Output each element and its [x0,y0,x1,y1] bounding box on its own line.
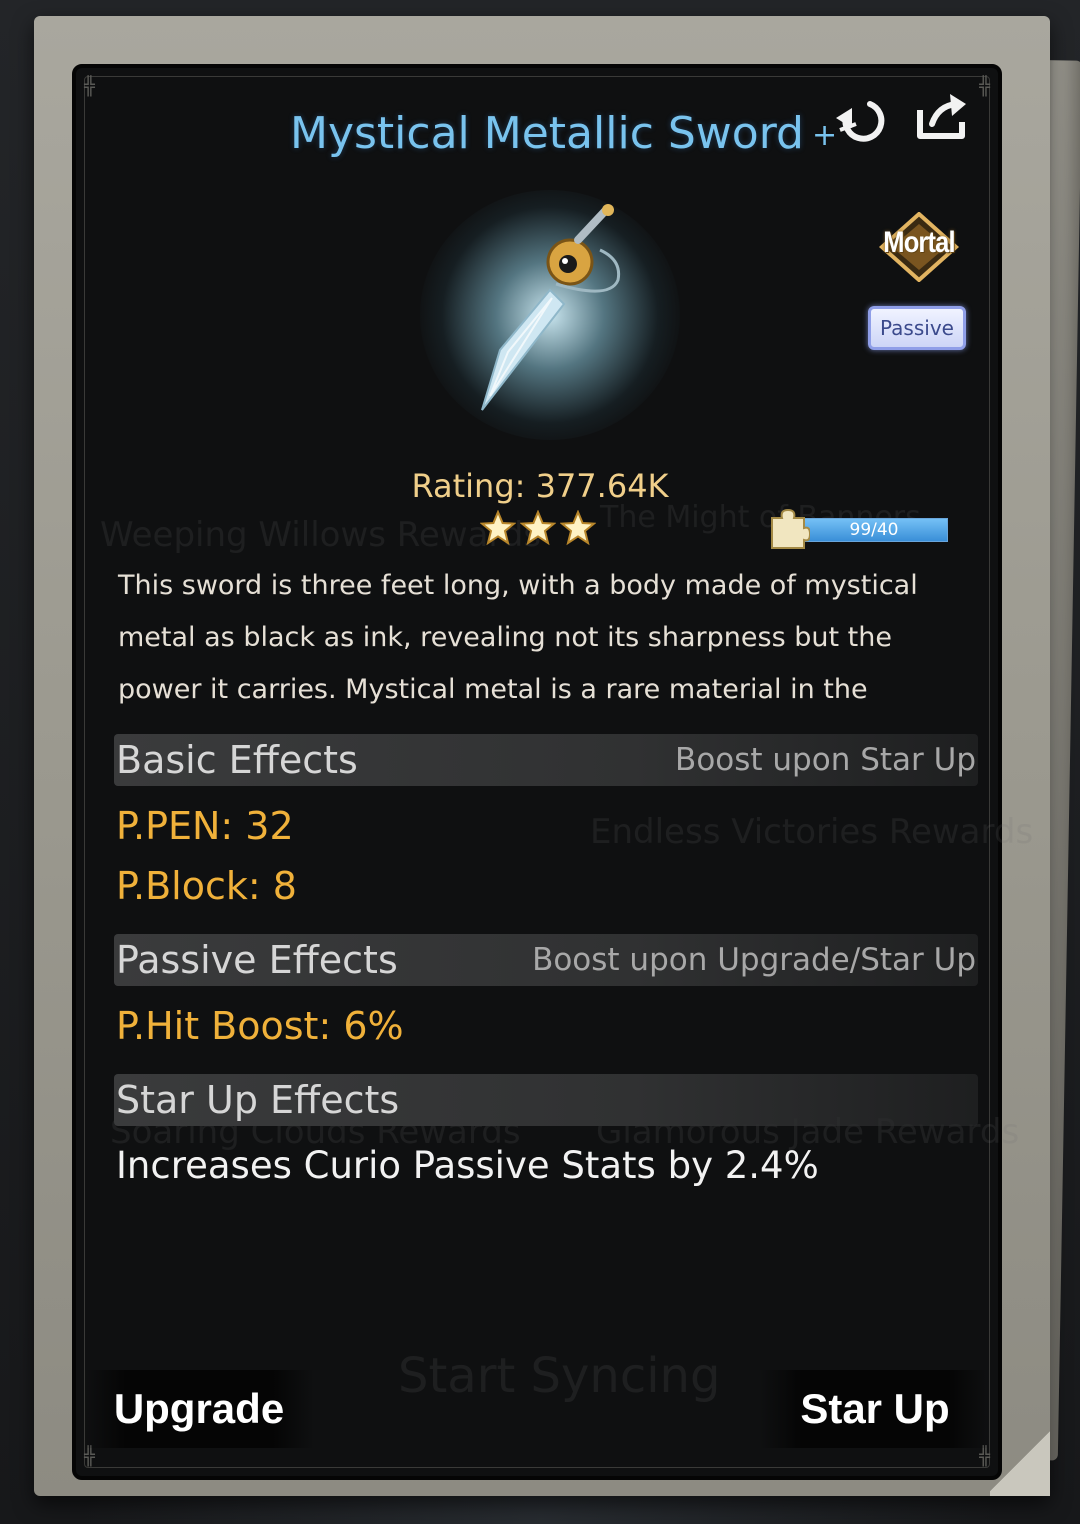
section-title: Passive Effects [116,938,398,982]
star-up-effect-text: Increases Curio Passive Stats by 2.4% [116,1144,819,1187]
star-icon [520,510,556,546]
stat-line: P.PEN: 32 [116,804,294,848]
section-title: Basic Effects [116,738,358,782]
shard-progress-bar: 99/40 [800,518,948,542]
rarity-label: Mortal [883,226,955,259]
puzzle-piece-icon [771,508,810,549]
rarity-badge: Mortal [876,212,962,282]
stat-line: P.Hit Boost: 6% [116,1004,404,1048]
star-rating [480,510,600,548]
shard-progress-text: 99/40 [849,520,899,540]
background-ghost-text: Start Syncing [398,1348,721,1404]
star-up-button[interactable]: Star Up [760,1370,990,1448]
section-title: Star Up Effects [116,1078,400,1122]
item-description: This sword is three feet long, with a bo… [118,570,918,705]
star-icon [560,510,596,546]
section-note: Boost upon Upgrade/Star Up [532,942,976,978]
corner-ornament: ╬ [979,1446,990,1467]
corner-ornament: ╬ [84,1446,95,1467]
swap-icon[interactable] [830,90,890,150]
item-rating: Rating: 377.64K [411,467,669,505]
star-icon [480,510,516,546]
upgrade-button[interactable]: Upgrade [84,1370,314,1448]
share-icon[interactable] [912,88,972,148]
corner-ornament: ╬ [979,76,990,97]
stat-line: P.Block: 8 [116,864,297,908]
passive-effects-header: Passive Effects Boost upon Upgrade/Star … [114,934,978,986]
star-up-effects-header: Star Up Effects [114,1074,978,1126]
section-note: Boost upon Star Up [675,742,976,778]
item-name: Mystical Metallic Sword [290,108,804,159]
background-ghost-text: Weeping Willows Rewards [100,515,542,555]
basic-effects-header: Basic Effects Boost upon Star Up [114,734,978,786]
background-ghost-text: Endless Victories Rewards [590,812,1034,852]
sword-image [481,204,621,411]
corner-ornament: ╬ [84,76,95,97]
item-type-badge: Passive [868,306,966,350]
